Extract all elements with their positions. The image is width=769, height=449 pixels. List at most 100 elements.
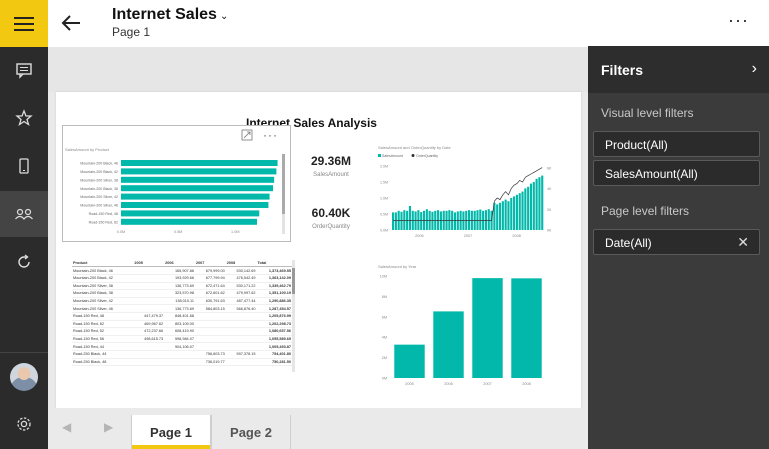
table-header-cell[interactable]: 2007 [194,260,226,268]
filters-header: Filters › [588,46,769,93]
filter-date-label: Date(All) [605,236,652,250]
bar-chart-scrollbar[interactable] [282,154,285,234]
year-y-tick: 8M [382,295,387,299]
table-cell [133,266,165,275]
year-x-tick: 2006 [444,382,452,386]
table-header-cell[interactable]: Product [72,260,134,268]
legend-label-qty: OrderQuantity [416,154,438,158]
avatar[interactable] [10,363,38,391]
page-filters-label: Page level filters [601,204,690,218]
bar-chart-scroll-thumb[interactable] [282,154,285,214]
order-quantity-card[interactable]: 60.40K OrderQuantity [296,206,366,230]
reports-nav-button[interactable] [0,47,48,93]
legend-label-sales: SalesAmount [382,154,403,158]
bar-category-label: Mountain-200 Silver, 38 [80,178,118,182]
tab-page-1[interactable]: Page 1 [131,415,211,449]
combo-y2-tick: 2K [547,208,552,212]
bar [121,202,269,208]
table-body: Mountain-200 Black, 46 165,907.86 679,999.… [72,266,292,367]
table-row[interactable]: Mountain-200 Silver, 38 136,773.69 672,471… [72,282,292,291]
table-cell: Road-150 Red, 56 [72,335,134,344]
combo-chart[interactable]: SalesAmount and OrderQuantity by Date Sal… [376,144,561,242]
table-cell: 447,479.37 [133,312,165,321]
year-y-tick: 0M [382,377,387,381]
bar-category-label: Mountain-200 Black, 38 [80,187,118,191]
table-row[interactable]: Road-150 Red, 48 447,479.37 848,401.68 1,20… [72,312,292,321]
table-cell: Mountain-200 Black, 38 [72,289,134,298]
report-title[interactable]: Internet Sales ⌄ [112,6,228,24]
report-icon [16,63,32,79]
next-page-button[interactable]: ▶ [104,420,113,434]
table-header-cell[interactable]: Total [256,260,292,268]
page-subtitle: Page 1 [112,25,151,39]
filter-product[interactable]: Product(All) [593,131,760,157]
close-icon[interactable]: ✕ [737,234,749,251]
back-button[interactable] [60,11,84,40]
table-row[interactable]: Road-150 Red, 56 498,615.73 598,984.07 1,05… [72,335,292,344]
filters-pane: Filters › Visual level filters Product(A… [588,0,769,449]
bar-chart-tile[interactable]: ··· SalesAmount by Product Mountain-200 … [62,125,291,242]
refresh-nav-button[interactable] [0,239,48,285]
table-row[interactable]: Road-150 Red, 44 904,106.07 1,005,493.87 [72,342,292,351]
table-row[interactable]: Road-150 Red, 52 472,237.66 608,419.90 1,08… [72,327,292,336]
combo-bar [524,188,527,230]
table-row[interactable]: Road-250 Black, 44 756,603.73 597,378.15 75… [72,350,292,359]
table-cell: 530,171.22 [225,282,257,291]
table-row[interactable]: Mountain-200 Silver, 46 136,773.69 584,803… [72,304,292,313]
table-cell: 165,907.86 [164,266,195,275]
table-row[interactable]: Mountain-200 Silver, 42 138,010.11 630,791… [72,297,292,306]
prev-page-button[interactable]: ◀ [62,420,71,434]
table-cell: 803,109.00 [164,320,195,329]
table-cell: 323,570.98 [164,289,195,298]
table-header-cell[interactable]: 2008 [225,260,257,268]
table-cell: Mountain-200 Silver, 38 [72,282,134,291]
combo-x-tick: 2008 [512,234,520,238]
year-bar-chart[interactable]: SalesAmount by Year 10M 8M 6M 4M 2M 0M 2005 2006… [376,262,561,392]
table-row[interactable]: Road-150 Red, 62 469,967.62 803,109.00 1,20… [72,320,292,329]
table-cell [164,350,195,359]
combo-x-tick: 2006 [415,234,423,238]
table-cell [133,350,165,359]
tab-page-2[interactable]: Page 2 [211,415,291,449]
table-header-cell[interactable]: 2006 [164,260,195,268]
table-cell [225,342,257,351]
product-year-table[interactable]: Product 2005 2006 2007 2008 Total Mountain-20… [72,260,292,375]
workspaces-nav-button[interactable] [0,191,48,237]
combo-bar [538,177,541,230]
settings-button[interactable] [0,401,48,447]
table-cell [225,335,257,344]
combo-bar [513,196,516,230]
year-chart-title: SalesAmount by Year [378,264,417,269]
table-cell: 138,010.11 [164,297,195,306]
table-header-cell[interactable]: 2005 [133,260,165,268]
combo-y-tick: 2.0M [380,165,388,169]
bar [121,160,278,166]
table-scrollbar[interactable] [292,260,295,372]
table-cell: 479,997.62 [225,289,257,298]
table-row[interactable]: Mountain-200 Black, 38 323,570.98 672,601.… [72,289,292,298]
table-cell: 750,281.50 [256,358,292,367]
combo-bar [479,209,482,230]
table-cell: 677,799.94 [194,274,226,283]
table-cell: Road-150 Red, 62 [72,320,134,329]
favorites-nav-button[interactable] [0,95,48,141]
table-row[interactable]: Mountain-200 Black, 46 165,907.86 679,999.… [72,266,292,275]
table-scroll-thumb[interactable] [292,268,295,294]
table-cell: 469,967.62 [133,320,165,329]
collapse-filters-button[interactable]: › [752,60,757,78]
table-cell [133,297,165,306]
table-row[interactable]: Mountain-200 Black, 42 193,929.66 677,799.… [72,274,292,283]
mobile-nav-button[interactable] [0,143,48,189]
left-rail [0,0,48,449]
combo-bar [535,178,538,230]
bar-category-label: Road-150 Red, 62 [89,220,118,224]
filter-sales-amount[interactable]: SalesAmount(All) [593,160,760,186]
table-row[interactable]: Road-250 Black, 48 736,019.77 750,281.50 [72,358,292,367]
combo-bar [498,202,502,230]
year-x-tick: 2007 [483,382,491,386]
sales-amount-card[interactable]: 29.36M SalesAmount [296,154,366,178]
table-header-row: Product 2005 2006 2007 2008 Total [72,260,292,268]
filter-date[interactable]: Date(All) ✕ [593,229,760,255]
hamburger-menu-button[interactable] [0,0,48,47]
table-cell: Mountain-200 Silver, 46 [72,304,134,313]
